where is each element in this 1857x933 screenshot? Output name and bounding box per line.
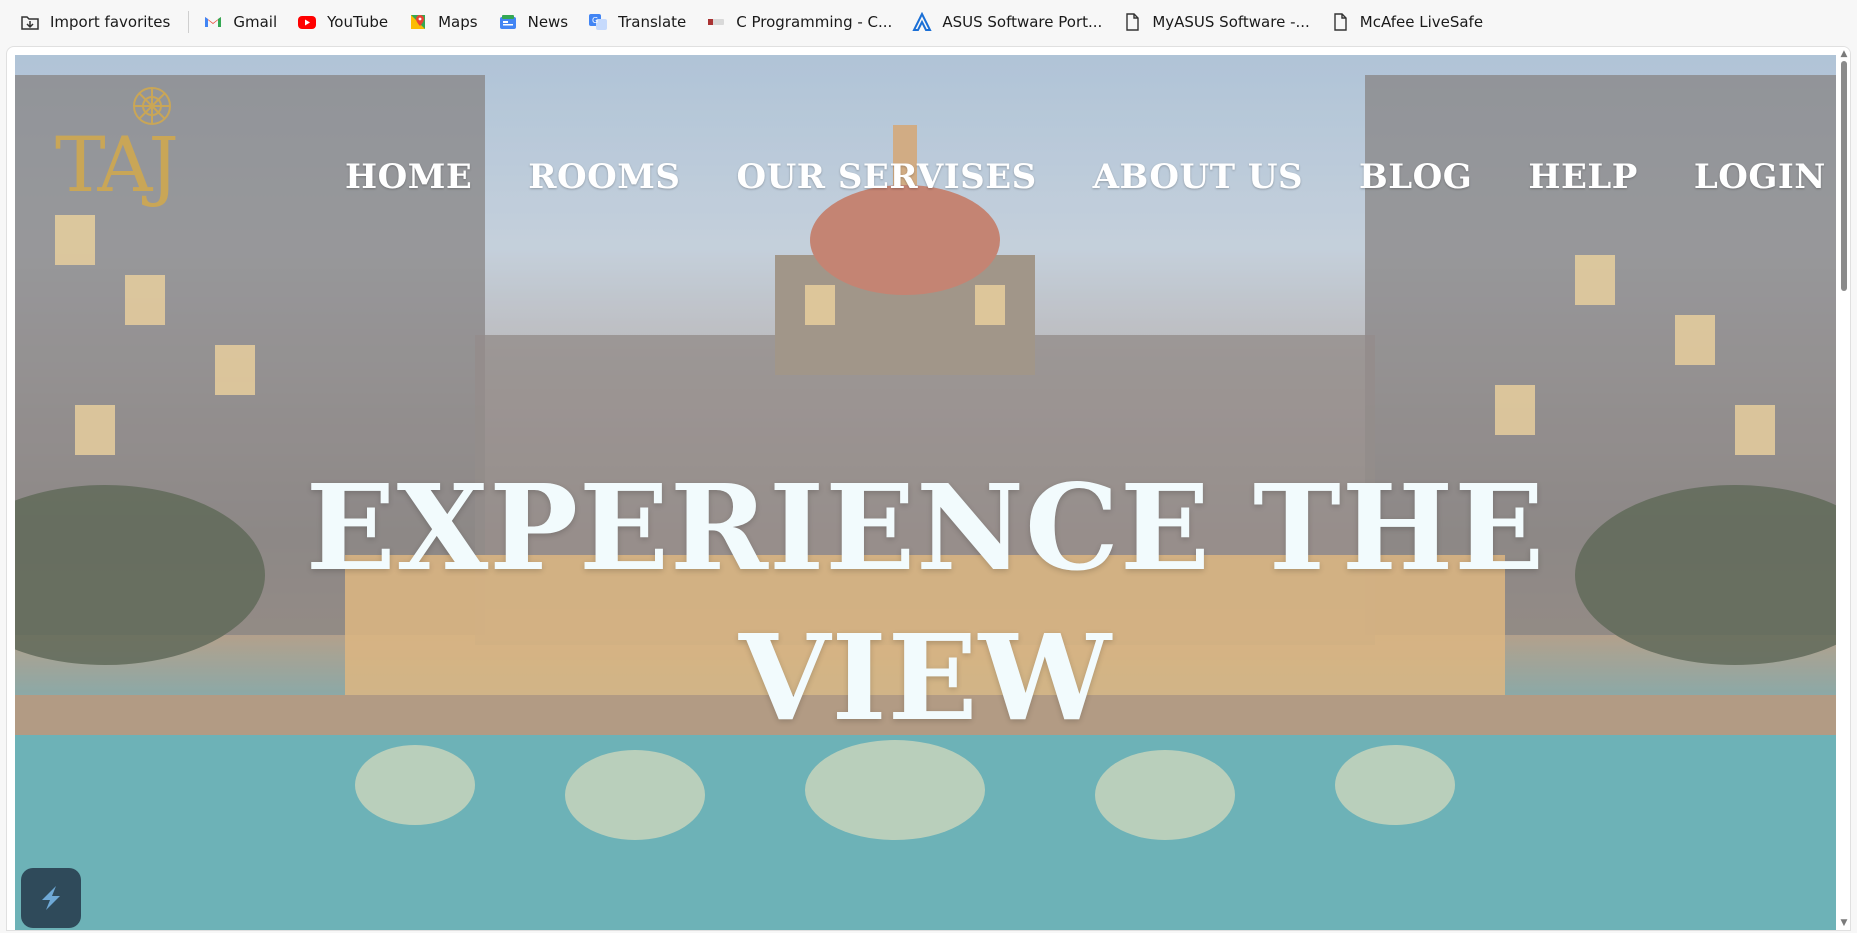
lightning-icon — [42, 886, 60, 910]
bookmarks-bar: Import favorites Gmail YouTube Maps News… — [0, 0, 1857, 44]
hero-headline-line1: EXPERIENCE THE — [305, 458, 1546, 597]
bookmark-label: Maps — [438, 13, 478, 31]
nav-rooms[interactable]: ROOMS — [528, 157, 680, 197]
document-icon — [1122, 12, 1142, 32]
import-icon — [20, 12, 40, 32]
maps-icon — [408, 12, 428, 32]
hero-section: TAJ HOME ROOMS OUR SERVISES ABOUT US BLO… — [15, 55, 1836, 930]
taj-logo[interactable]: TAJ — [55, 83, 195, 223]
user-icon[interactable] — [1834, 157, 1836, 197]
svg-text:G: G — [592, 16, 598, 25]
nav-about-us[interactable]: ABOUT US — [1093, 157, 1303, 197]
news-icon — [498, 12, 518, 32]
bookmark-maps[interactable]: Maps — [402, 7, 487, 37]
bookmark-c-programming[interactable]: C Programming - C... — [700, 7, 902, 37]
gmail-icon — [203, 12, 223, 32]
nav-home[interactable]: HOME — [345, 157, 472, 197]
floating-widget-button[interactable] — [21, 868, 81, 928]
page-viewport: TAJ HOME ROOMS OUR SERVISES ABOUT US BLO… — [6, 46, 1851, 931]
page-scrollbar[interactable]: ▲ ▼ — [1838, 47, 1850, 930]
hero-headline: EXPERIENCE THE VIEW — [15, 453, 1836, 753]
bookmark-label: Gmail — [233, 13, 278, 31]
bookmark-label: McAfee LiveSafe — [1359, 13, 1484, 31]
bookmark-mcafee-livesafe[interactable]: McAfee LiveSafe — [1324, 7, 1493, 37]
document-icon — [1330, 12, 1350, 32]
scroll-up-arrow-icon[interactable]: ▲ — [1839, 49, 1849, 59]
logo-text: TAJ — [55, 120, 179, 209]
bookmark-gmail[interactable]: Gmail — [197, 7, 287, 37]
bookmark-label: YouTube — [327, 13, 389, 31]
bookmark-label: MyASUS Software -... — [1152, 13, 1310, 31]
scrollbar-thumb[interactable] — [1841, 61, 1847, 291]
bookmark-import-favorites[interactable]: Import favorites — [14, 7, 180, 37]
bookmark-youtube[interactable]: YouTube — [291, 7, 398, 37]
youtube-icon — [297, 12, 317, 32]
asus-icon — [912, 12, 932, 32]
main-navigation: HOME ROOMS OUR SERVISES ABOUT US BLOG HE… — [345, 157, 1836, 197]
page-icon — [706, 12, 726, 32]
bookmarks-separator — [188, 11, 190, 33]
bookmark-myasus-software[interactable]: MyASUS Software -... — [1116, 7, 1319, 37]
bookmark-asus-software-portal[interactable]: ASUS Software Port... — [906, 7, 1112, 37]
translate-icon: G — [588, 12, 608, 32]
bookmark-label: News — [527, 13, 569, 31]
bookmark-label: C Programming - C... — [736, 13, 893, 31]
bookmark-news[interactable]: News — [492, 7, 579, 37]
bookmark-label: ASUS Software Port... — [942, 13, 1103, 31]
nav-blog[interactable]: BLOG — [1359, 157, 1472, 197]
nav-login[interactable]: LOGIN — [1694, 157, 1826, 197]
bookmark-label: Import favorites — [50, 13, 171, 31]
nav-help[interactable]: HELP — [1528, 157, 1638, 197]
hero-headline-line2: VIEW — [738, 608, 1113, 747]
scroll-down-arrow-icon[interactable]: ▼ — [1839, 918, 1849, 928]
nav-our-services[interactable]: OUR SERVISES — [736, 157, 1036, 197]
bookmark-translate[interactable]: G Translate — [582, 7, 696, 37]
bookmark-label: Translate — [618, 13, 687, 31]
